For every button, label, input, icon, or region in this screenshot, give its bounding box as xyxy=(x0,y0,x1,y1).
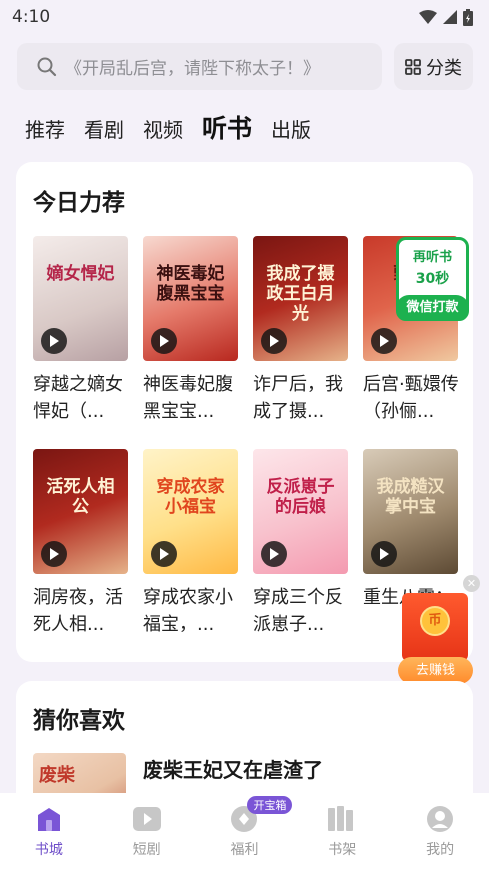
book-title[interactable]: 洞房夜，活死人相... xyxy=(33,584,133,640)
bookstore-icon xyxy=(37,808,60,831)
profile-icon xyxy=(427,806,454,832)
status-time: 4:10 xyxy=(12,7,51,27)
book-cover[interactable]: 神医毒妃腹黑宝宝 xyxy=(143,236,238,361)
book-title[interactable]: 穿越之嫡女悍妃（... xyxy=(33,371,133,427)
short-drama-icon xyxy=(132,807,161,831)
battery-icon xyxy=(463,8,473,26)
play-icon[interactable] xyxy=(371,328,397,354)
tab-video[interactable]: 视频 xyxy=(143,116,183,147)
cover-text: 神医毒妃腹黑宝宝 xyxy=(156,264,225,304)
book-cover[interactable]: 穿成农家小福宝 xyxy=(143,449,238,574)
red-packet-widget[interactable]: ✕ 币 去赚钱 xyxy=(398,575,480,685)
nav-label: 我的 xyxy=(426,842,455,858)
promo-button[interactable]: 微信打款 xyxy=(396,295,469,321)
book-cover[interactable]: 嫡女悍妃 xyxy=(33,236,128,361)
nav-profile[interactable]: 我的 xyxy=(405,805,475,869)
book-title[interactable]: 神医毒妃腹黑宝宝... xyxy=(143,371,243,427)
tab-publish[interactable]: 出版 xyxy=(271,116,311,147)
close-icon[interactable]: ✕ xyxy=(463,575,480,592)
tab-drama[interactable]: 看剧 xyxy=(84,116,124,147)
nav-label: 短剧 xyxy=(132,842,161,858)
channel-tabs: 推荐 看剧 视频 听书 出版 xyxy=(25,105,311,147)
nav-short-drama[interactable]: 短剧 xyxy=(112,805,182,869)
status-icons xyxy=(419,8,473,26)
signal-icon xyxy=(443,10,457,24)
nav-label: 福利 xyxy=(230,842,259,858)
play-icon[interactable] xyxy=(371,541,397,567)
guess-title: 猜你喜欢 xyxy=(33,708,125,734)
book-cover[interactable]: 我成了摄政王白月光 xyxy=(253,236,348,361)
play-icon[interactable] xyxy=(151,541,177,567)
nav-bookshelf[interactable]: 书架 xyxy=(307,805,377,869)
bookshelf-icon xyxy=(328,806,354,831)
category-label: 分类 xyxy=(426,57,462,79)
promo-line2: 30秒 xyxy=(415,271,450,287)
nav-bookstore[interactable]: 书城 xyxy=(14,805,84,869)
red-packet-icon[interactable]: 币 xyxy=(402,593,468,661)
play-icon[interactable] xyxy=(261,328,287,354)
cover-text: 穿成农家小福宝 xyxy=(156,477,225,517)
cover-text: 反派崽子的后娘 xyxy=(266,477,335,517)
bottom-nav: 书城 短剧 开宝箱 福利 书架 我的 xyxy=(0,793,489,869)
recommend-book-title[interactable]: 废柴王妃又在虐渣了 xyxy=(143,754,323,783)
book-item[interactable]: 我成了摄政王白月光 诈尸后，我成了摄... xyxy=(253,236,348,427)
book-cover[interactable]: 反派崽子的后娘 xyxy=(253,449,348,574)
nav-welfare[interactable]: 开宝箱 福利 xyxy=(209,796,293,869)
book-cover[interactable]: 我成糙汉掌中宝 xyxy=(363,449,458,574)
book-title[interactable]: 穿成三个反派崽子... xyxy=(253,584,353,640)
play-icon[interactable] xyxy=(261,541,287,567)
nav-label: 书城 xyxy=(34,842,63,858)
grid-icon xyxy=(405,58,421,75)
book-title[interactable]: 穿成农家小福宝，... xyxy=(143,584,243,640)
nav-label: 书架 xyxy=(328,842,357,858)
treasure-chest-badge: 开宝箱 xyxy=(247,796,293,814)
status-bar: 4:10 xyxy=(0,0,489,34)
play-icon[interactable] xyxy=(41,541,67,567)
tab-recommend[interactable]: 推荐 xyxy=(25,116,65,147)
coin-icon: 币 xyxy=(420,606,450,636)
tab-audiobook[interactable]: 听书 xyxy=(202,112,252,147)
cover-text: 嫡女悍妃 xyxy=(46,264,115,284)
category-button[interactable]: 分类 xyxy=(394,43,473,90)
promo-line1: 再听书 xyxy=(412,250,452,265)
book-item[interactable]: 穿成农家小福宝 穿成农家小福宝，... xyxy=(143,449,238,640)
search-row: 《开局乱后宫，请陛下称太子！》 分类 xyxy=(17,43,473,90)
listen-reward-promo[interactable]: 再听书 30秒 微信打款 xyxy=(396,237,469,321)
book-item[interactable]: 神医毒妃腹黑宝宝 神医毒妃腹黑宝宝... xyxy=(143,236,238,427)
cover-text: 我成糙汉掌中宝 xyxy=(376,477,445,517)
cover-text: 我成了摄政王白月光 xyxy=(266,264,335,324)
book-title[interactable]: 诈尸后，我成了摄... xyxy=(253,371,353,427)
search-icon xyxy=(37,57,57,76)
play-icon[interactable] xyxy=(41,328,67,354)
featured-title: 今日力荐 xyxy=(33,190,125,216)
search-input[interactable]: 《开局乱后宫，请陛下称太子！》 xyxy=(17,43,382,90)
cover-text: 活死人相公 xyxy=(46,477,115,517)
book-title[interactable]: 后宫·甄嬛传（孙俪... xyxy=(363,371,463,427)
book-cover[interactable]: 活死人相公 xyxy=(33,449,128,574)
book-item[interactable]: 反派崽子的后娘 穿成三个反派崽子... xyxy=(253,449,348,640)
wifi-icon xyxy=(419,10,437,24)
book-item[interactable]: 嫡女悍妃 穿越之嫡女悍妃（... xyxy=(33,236,128,427)
play-icon[interactable] xyxy=(151,328,177,354)
earn-money-button[interactable]: 去赚钱 xyxy=(398,657,473,684)
book-item[interactable]: 活死人相公 洞房夜，活死人相... xyxy=(33,449,128,640)
search-placeholder: 《开局乱后宫，请陛下称太子！》 xyxy=(65,59,320,79)
recommend-cover-text: 废柴 xyxy=(39,765,75,786)
